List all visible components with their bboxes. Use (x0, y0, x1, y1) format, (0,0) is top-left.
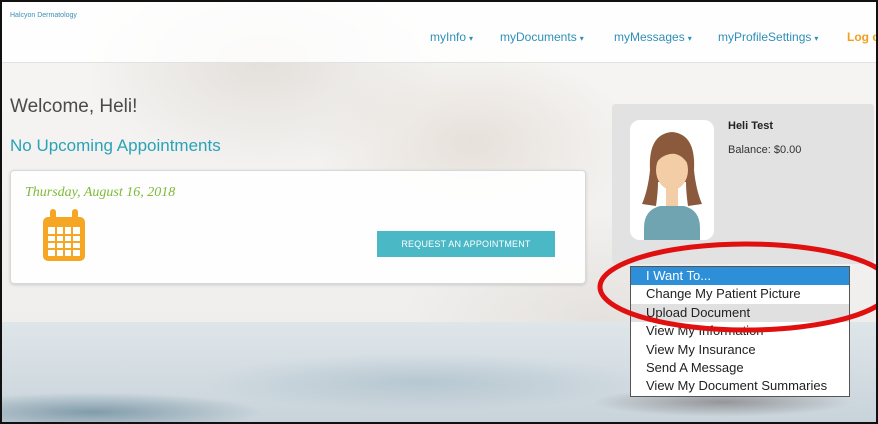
appointment-card: Thursday, August 16, 2018 REQUEST AN APP… (10, 170, 586, 284)
nav-myinfo[interactable]: myInfo ▾ (430, 30, 473, 44)
nav-mydocuments-label: myDocuments (500, 30, 577, 44)
patient-avatar[interactable] (630, 120, 714, 240)
patient-name: Heli Test (728, 120, 774, 132)
dropdown-option-send-message[interactable]: Send A Message (631, 359, 849, 377)
dropdown-option-view-information[interactable]: View My Information (631, 322, 849, 340)
female-avatar-icon (630, 120, 714, 240)
page-frame: Halcyon Dermatology myInfo ▾ myDocuments ▾… (0, 0, 878, 424)
brand-logo[interactable]: Halcyon Dermatology (10, 12, 77, 19)
appointment-status: No Upcoming Appointments (10, 136, 221, 155)
nav-myprofilesettings-label: myProfileSettings (718, 30, 812, 44)
nav-myprofilesettings[interactable]: myProfileSettings ▾ (718, 30, 818, 44)
dropdown-option-change-picture[interactable]: Change My Patient Picture (631, 285, 849, 303)
profile-card: Heli Test Balance: $0.00 (612, 104, 874, 264)
i-want-to-dropdown[interactable]: I Want To... Change My Patient Picture U… (630, 266, 850, 397)
logout-link[interactable]: Log o (847, 30, 876, 44)
caret-down-icon: ▾ (469, 34, 474, 43)
nav-mymessages[interactable]: myMessages ▾ (614, 30, 692, 44)
dropdown-option-selected[interactable]: I Want To... (631, 267, 849, 286)
request-appointment-button[interactable]: REQUEST AN APPOINTMENT (377, 231, 555, 257)
caret-down-icon: ▾ (687, 34, 692, 43)
dropdown-option-upload-document[interactable]: Upload Document (631, 303, 849, 323)
dropdown-option-view-insurance[interactable]: View My Insurance (631, 341, 849, 359)
caret-down-icon: ▾ (814, 34, 819, 43)
nav-myinfo-label: myInfo (430, 30, 467, 44)
patient-balance: Balance: $0.00 (728, 144, 802, 156)
top-navbar: Halcyon Dermatology myInfo ▾ myDocuments ▾… (2, 2, 876, 63)
nav-mymessages-label: myMessages (614, 30, 685, 44)
calendar-icon (43, 209, 85, 261)
appointment-date: Thursday, August 16, 2018 (25, 185, 176, 200)
caret-down-icon: ▾ (579, 34, 584, 43)
nav-mydocuments[interactable]: myDocuments ▾ (500, 30, 584, 44)
dropdown-option-view-document-summaries[interactable]: View My Document Summaries (631, 377, 849, 395)
welcome-heading: Welcome, Heli! (10, 96, 138, 117)
